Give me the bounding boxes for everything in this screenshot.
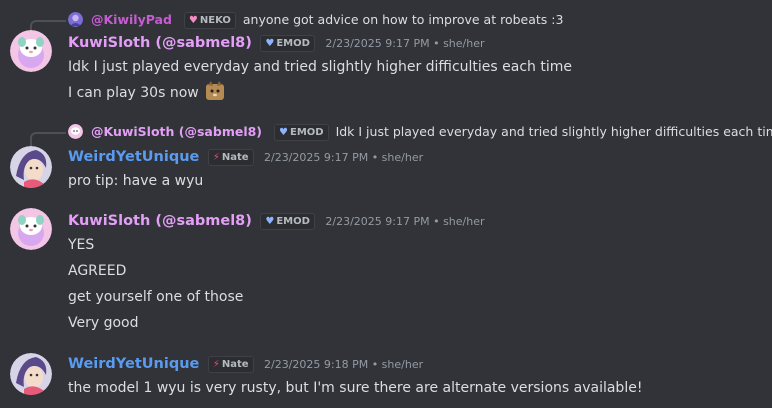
reply-username[interactable]: @KuwiSloth (@sabmel8) — [91, 124, 262, 139]
avatar[interactable] — [68, 124, 83, 139]
message-text: I can play 30s now — [68, 80, 768, 106]
message-text: AGREED — [68, 263, 127, 279]
message-timestamp: 2/23/2025 9:17 PM • she/her — [325, 37, 485, 50]
shield-heart-icon: ♥ — [279, 127, 288, 138]
avatar[interactable] — [10, 146, 52, 188]
message-group: @KiwilyPad ♥ NEKO anyone got advice on ho… — [0, 8, 772, 108]
message-timestamp: 2/23/2025 9:18 PM • she/her — [263, 358, 424, 371]
role-tag: ♥ NEKO — [183, 12, 236, 29]
reply-connector — [30, 132, 66, 146]
message-author[interactable]: WeirdYetUnique — [68, 149, 199, 165]
reply-username[interactable]: @KiwilyPad — [91, 12, 172, 27]
message-group: KuwiSloth (@sabmel8) ♥ EMOD 2/23/2025 9:1… — [0, 208, 772, 334]
role-tag: ♥ EMOD — [274, 124, 329, 141]
heart-icon: ♥ — [188, 15, 198, 26]
lightning-icon: ⚡ — [212, 359, 220, 370]
message-author[interactable]: KuwiSloth (@sabmel8) — [68, 213, 252, 229]
tag-label: Nate — [221, 152, 249, 163]
avatar[interactable] — [10, 30, 52, 72]
message-text: YES — [68, 237, 95, 253]
role-tag[interactable]: ⚡ Nate — [207, 356, 254, 373]
lightning-icon: ⚡ — [212, 152, 220, 163]
message-group: WeirdYetUnique ⚡ Nate 2/23/2025 9:18 PM •… — [0, 353, 772, 405]
cat-emoji-icon[interactable] — [205, 81, 225, 101]
tag-label: EMOD — [289, 127, 324, 138]
role-tag[interactable]: ♥ EMOD — [260, 35, 315, 52]
message-text: Idk I just played everyday and tried sli… — [68, 59, 573, 75]
tag-label: EMOD — [276, 38, 310, 49]
message-text-fragment: I can play 30s now — [68, 85, 199, 101]
avatar[interactable] — [10, 208, 52, 250]
message-text: pro tip: have a wyu — [68, 173, 204, 189]
shield-heart-icon: ♥ — [265, 38, 275, 49]
message-text: Very good — [68, 315, 139, 331]
reply-text[interactable]: Idk I just played everyday and tried sli… — [336, 124, 772, 139]
message-text: get yourself one of those — [68, 289, 244, 305]
message-timestamp: 2/23/2025 9:17 PM • she/her — [325, 215, 485, 228]
message-author[interactable]: KuwiSloth (@sabmel8) — [68, 35, 252, 51]
tag-label: NEKO — [199, 15, 231, 26]
role-tag[interactable]: ⚡ Nate — [207, 149, 254, 166]
shield-heart-icon: ♥ — [265, 216, 275, 227]
avatar[interactable] — [10, 353, 52, 395]
message-text: the model 1 wyu is very rusty, but I'm s… — [68, 380, 643, 396]
reply-text[interactable]: anyone got advice on how to improve at r… — [243, 12, 564, 27]
avatar[interactable] — [68, 12, 83, 27]
message-author[interactable]: WeirdYetUnique — [68, 356, 199, 372]
role-tag[interactable]: ♥ EMOD — [260, 213, 315, 230]
tag-label: EMOD — [276, 216, 310, 227]
message-group: @KuwiSloth (@sabmel8) ♥ EMOD Idk I just p… — [0, 122, 772, 192]
message-timestamp: 2/23/2025 9:17 PM • she/her — [263, 151, 424, 164]
tag-label: Nate — [221, 359, 249, 370]
